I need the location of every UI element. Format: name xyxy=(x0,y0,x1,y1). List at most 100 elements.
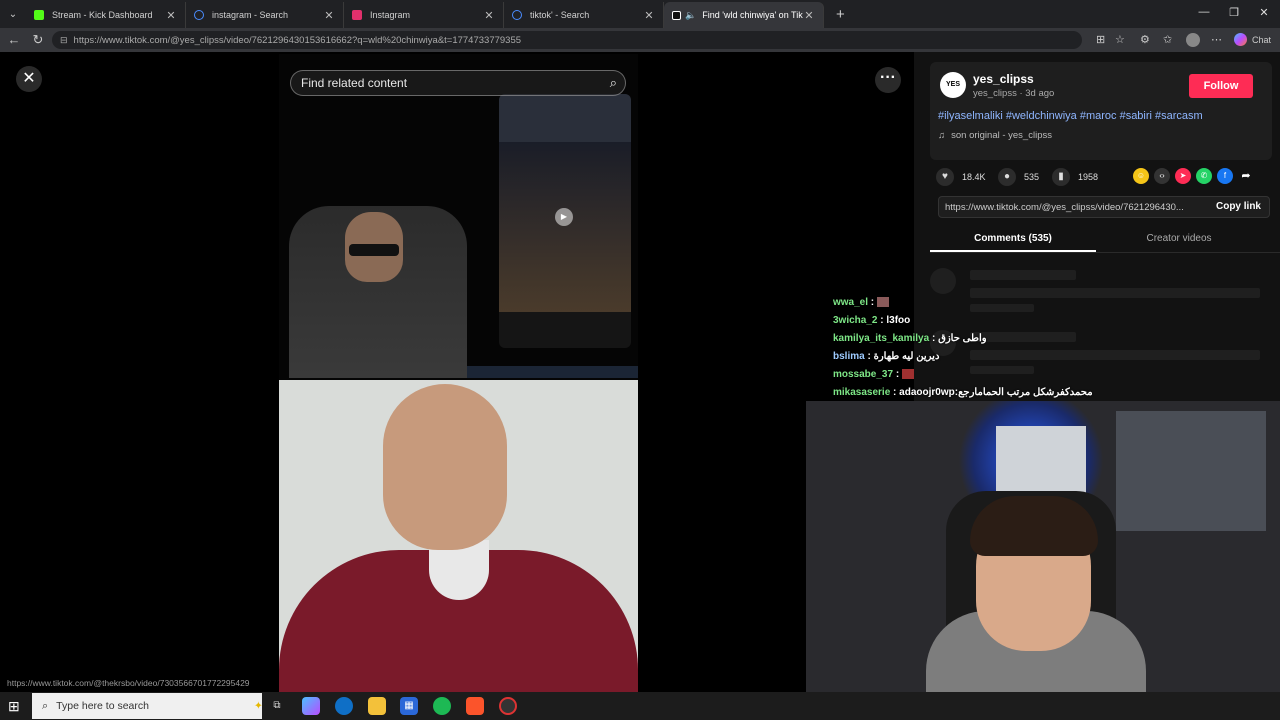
chat-text: : ديرين ليه طهارة xyxy=(864,351,940,362)
chat-message: 3wicha_2 : l3foo xyxy=(833,312,1033,330)
chat-text: : واطى حازق xyxy=(929,333,987,344)
find-related-content-search[interactable]: Find related content ⌕ xyxy=(290,70,626,96)
tab-list-chevron-icon[interactable]: ⌄ xyxy=(0,9,26,20)
tab-tiktok-active[interactable]: 🔈 Find 'wld chinwiya' on TikTok ✕ xyxy=(664,2,824,28)
instagram-icon xyxy=(352,10,362,20)
repost-icon[interactable]: ☺ xyxy=(1133,168,1149,184)
tab-title: Instagram xyxy=(370,10,411,20)
refresh-icon[interactable]: ↻ xyxy=(26,32,50,48)
chat-username: mikasaserie xyxy=(833,387,891,398)
bookmark-icon: ▮ xyxy=(1052,168,1070,186)
favorite-star-icon[interactable]: ☆ xyxy=(1115,33,1125,46)
edge-icon[interactable] xyxy=(335,697,353,715)
more-options-icon[interactable]: ⋯ xyxy=(1211,33,1222,46)
sparkle-icon: ✦ xyxy=(254,700,263,712)
chat-text: : xyxy=(868,297,877,308)
emote-icon xyxy=(901,369,914,380)
webcam-overlay xyxy=(806,401,1280,692)
embed-icon[interactable]: ‹› xyxy=(1154,168,1170,184)
site-info-icon[interactable]: ⊟ xyxy=(60,35,68,46)
search-icon[interactable]: ⌕ xyxy=(610,75,617,91)
comment-button[interactable]: ● 535 xyxy=(998,164,1039,190)
more-options-button[interactable]: ··· xyxy=(875,67,901,93)
search-icon xyxy=(194,10,204,20)
avatar[interactable]: YES xyxy=(940,72,966,98)
chat-message: bslima : ديرين ليه طهارة xyxy=(833,348,1033,366)
profile-avatar-icon[interactable] xyxy=(1186,33,1200,47)
tab-title: instagram - Search xyxy=(212,10,289,20)
send-icon[interactable]: ➤ xyxy=(1175,168,1191,184)
hashtags[interactable]: #ilyaselmaliki #weldchinwiya #maroc #sab… xyxy=(938,110,1203,122)
music-note-icon: ♫ xyxy=(938,130,946,141)
save-button[interactable]: ▮ 1958 xyxy=(1052,164,1098,190)
close-tab-icon[interactable]: ✕ xyxy=(643,9,655,22)
share-arrow-icon[interactable]: ➦ xyxy=(1238,168,1254,184)
tab-instagram-search[interactable]: instagram - Search ✕ xyxy=(186,2,344,28)
status-bar-url: https://www.tiktok.com/@thekrsbo/video/7… xyxy=(3,676,254,690)
close-tab-icon[interactable]: ✕ xyxy=(165,9,177,22)
stream-chat-overlay: wwa_el : 3wicha_2 : l3foo kamilya_its_ka… xyxy=(833,294,1093,402)
chat-username: wwa_el xyxy=(833,297,869,308)
chat-label[interactable]: Chat xyxy=(1252,35,1271,45)
like-button[interactable]: ♥ 18.4K xyxy=(936,164,986,190)
taskbar-search[interactable]: ⌕ Type here to search ✦ xyxy=(32,693,263,719)
tab-tiktok-search[interactable]: tiktok' - Search ✕ xyxy=(504,2,664,28)
chat-text: : adaoojr0wp:محمدكفرشكل مرتب الحمامارجع xyxy=(890,387,1093,398)
close-tab-icon[interactable]: ✕ xyxy=(323,9,335,22)
close-tab-icon[interactable]: ✕ xyxy=(483,9,495,22)
windows-taskbar: ⊞ ⌕ Type here to search ✦ ⧉ ▦ xyxy=(0,692,1280,720)
taskbar-search-placeholder: Type here to search xyxy=(56,700,149,712)
copilot-icon[interactable] xyxy=(302,697,320,715)
close-tab-icon[interactable]: ✕ xyxy=(803,9,815,22)
video-bottom-frame[interactable] xyxy=(279,380,638,692)
chat-text: : xyxy=(893,369,902,380)
whatsapp-icon[interactable]: ✆ xyxy=(1196,168,1212,184)
tab-title: Stream - Kick Dashboard xyxy=(52,10,153,20)
embedded-post-screenshot: ▶ xyxy=(499,94,631,348)
new-tab-button[interactable]: + xyxy=(836,6,845,23)
username[interactable]: yes_clipss xyxy=(973,72,1034,86)
follow-button[interactable]: Follow xyxy=(1189,74,1253,98)
store-icon[interactable]: ▦ xyxy=(400,697,418,715)
minimize-icon[interactable]: — xyxy=(1189,6,1219,18)
tab-instagram[interactable]: Instagram ✕ xyxy=(344,2,504,28)
restore-icon[interactable]: ❐ xyxy=(1219,6,1249,19)
obs-icon[interactable] xyxy=(499,697,517,715)
spotify-icon[interactable] xyxy=(433,697,451,715)
app-icon[interactable]: ⊞ xyxy=(1096,33,1105,46)
task-view-icon[interactable]: ⧉ xyxy=(268,697,286,715)
speaker-icon[interactable]: 🔈 xyxy=(685,10,696,21)
copilot-icon[interactable] xyxy=(1234,33,1247,46)
comment-skeleton-line xyxy=(970,270,1076,280)
address-bar-row: ← ↻ ⊟ https://www.tiktok.com/@yes_clipss… xyxy=(0,28,1280,52)
tab-creator-videos[interactable]: Creator videos xyxy=(1096,228,1262,252)
user-subline: yes_clipss · 3d ago xyxy=(973,88,1055,99)
copy-link-button[interactable]: Copy link xyxy=(1216,201,1261,212)
like-count: 18.4K xyxy=(962,172,986,182)
tab-kick-dashboard[interactable]: Stream - Kick Dashboard ✕ xyxy=(26,2,186,28)
close-video-button[interactable]: ✕ xyxy=(16,66,42,92)
chat-message: wwa_el : xyxy=(833,294,1033,312)
url-field[interactable]: ⊟ https://www.tiktok.com/@yes_clipss/vid… xyxy=(52,31,1082,49)
video-top-frame[interactable]: ▶ xyxy=(279,54,638,380)
extensions-icon[interactable]: ⚙ xyxy=(1140,33,1150,46)
windows-start-icon[interactable]: ⊞ xyxy=(8,698,20,715)
search-icon xyxy=(512,10,522,20)
embedded-taskbar-strip xyxy=(467,366,638,378)
post-info-card: YES yes_clipss yes_clipss · 3d ago Follo… xyxy=(930,62,1272,160)
video-link-text[interactable]: https://www.tiktok.com/@yes_clipss/video… xyxy=(945,202,1189,213)
back-icon[interactable]: ← xyxy=(2,32,26,47)
browser-tab-bar: ⌄ Stream - Kick Dashboard ✕ instagram - … xyxy=(0,0,1280,28)
favorites-icon[interactable]: ✩ xyxy=(1163,33,1172,46)
man-head xyxy=(383,384,507,550)
save-count: 1958 xyxy=(1078,172,1099,182)
search-icon: ⌕ xyxy=(42,699,49,712)
tab-comments[interactable]: Comments (535) xyxy=(930,228,1096,252)
close-window-icon[interactable]: ✕ xyxy=(1249,6,1279,19)
tiktok-video-page: ✕ ▶ Find related content ⌕ ··· YES yes_c… xyxy=(0,52,1280,692)
brave-icon[interactable] xyxy=(466,697,484,715)
chat-username: 3wicha_2 xyxy=(833,315,878,326)
facebook-icon[interactable]: f xyxy=(1217,168,1233,184)
sound-link[interactable]: ♫ son original - yes_clipss xyxy=(938,130,1052,141)
file-explorer-icon[interactable] xyxy=(368,697,386,715)
